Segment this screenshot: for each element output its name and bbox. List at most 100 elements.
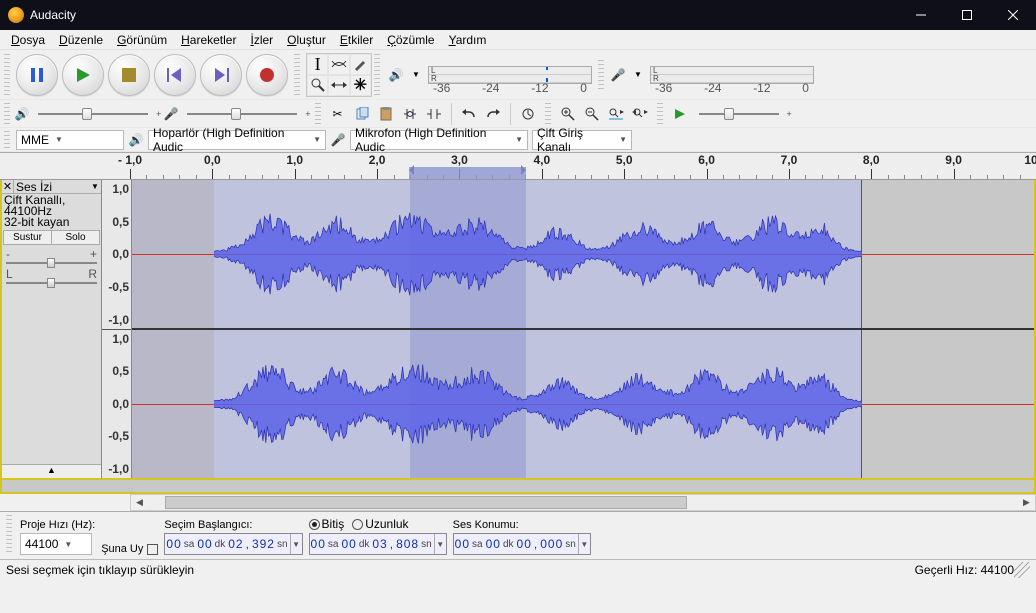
track-gain-slider[interactable]: -+	[6, 247, 97, 265]
skip-end-button[interactable]	[200, 54, 242, 96]
menu-cozumle[interactable]: Çözümle	[380, 31, 441, 49]
window-close-button[interactable]	[990, 0, 1036, 30]
track-pan-slider[interactable]: LR	[6, 267, 97, 285]
playback-meter[interactable]: L R -36 -24 -12 0	[428, 66, 592, 84]
draw-tool[interactable]	[350, 54, 371, 75]
tools-toolbar: I ✳	[306, 53, 372, 97]
meters: 🔊 ▼ L R -36 -24 -12 0 🎤 ▼ L	[388, 60, 814, 90]
track-menu-button[interactable]: ▼	[89, 182, 101, 191]
cut-button[interactable]: ✂	[327, 103, 349, 125]
slider-plus-icon: +	[156, 109, 161, 119]
play-at-speed-button[interactable]	[669, 103, 691, 125]
fit-project-button[interactable]	[629, 103, 651, 125]
menu-gorunum[interactable]: Görünüm	[110, 31, 174, 49]
waveform-right[interactable]	[132, 330, 1034, 478]
toolbar-grip[interactable]	[315, 103, 321, 125]
vtick: 0,5	[104, 364, 129, 378]
project-rate-combo[interactable]: 44100▼	[20, 533, 92, 555]
vtick: -0,5	[104, 429, 129, 443]
window-title: Audacity	[30, 8, 898, 22]
scroll-right-button[interactable]: ▶	[1018, 495, 1035, 510]
window-minimize-button[interactable]	[898, 0, 944, 30]
toolbar-grip[interactable]	[374, 54, 380, 96]
toolbar-grip[interactable]	[545, 103, 551, 125]
pause-button[interactable]	[16, 54, 58, 96]
actual-rate-label: Geçerli Hız: 44100	[915, 563, 1014, 577]
record-button[interactable]	[246, 54, 288, 96]
meter-dropdown-icon[interactable]: ▼	[408, 67, 424, 83]
zoom-tool[interactable]	[307, 75, 328, 96]
title-bar: Audacity	[0, 0, 1036, 30]
paste-button[interactable]	[375, 103, 397, 125]
skip-start-button[interactable]	[154, 54, 196, 96]
resize-grip[interactable]	[1014, 562, 1030, 578]
meter-tick: -24	[704, 81, 721, 95]
length-radio[interactable]: Uzunluk	[352, 517, 408, 531]
selection-start-time[interactable]: 00sa 00dk 02,392sn ▼	[164, 533, 302, 555]
selection-tool[interactable]: I	[307, 54, 328, 75]
redo-button[interactable]	[482, 103, 504, 125]
playback-volume-slider[interactable]: 🔊 +	[14, 106, 161, 122]
fit-selection-button[interactable]	[605, 103, 627, 125]
vtick: 1,0	[104, 332, 129, 346]
meter-tick: -36	[433, 81, 450, 95]
meter-tick: -12	[531, 81, 548, 95]
waveform-canvases[interactable]	[132, 180, 1034, 478]
menu-etkiler[interactable]: Etkiler	[333, 31, 380, 49]
record-device-combo[interactable]: Mikrofon (High Definition Audic▼	[350, 130, 528, 150]
toolbar-grip[interactable]	[4, 131, 10, 149]
toolbar-grip[interactable]	[4, 54, 10, 96]
timeline-ruler[interactable]: - 1,00,01,02,03,04,05,06,07,08,09,010,0	[0, 152, 1036, 180]
solo-button[interactable]: Solo	[52, 231, 99, 244]
silence-button[interactable]	[423, 103, 445, 125]
meter-dropdown-icon[interactable]: ▼	[630, 67, 646, 83]
sync-lock-button[interactable]	[517, 103, 539, 125]
track-collapse-button[interactable]: ▲	[2, 464, 101, 478]
track-info-line: 32-bit kayan	[4, 217, 99, 228]
horizontal-scrollbar[interactable]: ◀ ▶	[130, 494, 1036, 511]
copy-button[interactable]	[351, 103, 373, 125]
toolbar-grip[interactable]	[294, 54, 300, 96]
vtick: 0,0	[104, 247, 129, 261]
track-name[interactable]: Ses İzi	[14, 180, 89, 194]
waveform-left[interactable]	[132, 180, 1034, 330]
record-volume-slider[interactable]: 🎤 +	[163, 106, 310, 122]
mute-button[interactable]: Sustur	[4, 231, 52, 244]
tracks-empty-area[interactable]	[0, 480, 1036, 494]
window-maximize-button[interactable]	[944, 0, 990, 30]
playback-speed-slider[interactable]: +	[693, 109, 792, 119]
record-device-value: Mikrofon (High Definition Audic	[355, 126, 509, 154]
play-button[interactable]	[62, 54, 104, 96]
envelope-tool[interactable]	[328, 54, 349, 75]
menu-dosya[interactable]: Dosya	[4, 31, 52, 49]
undo-button[interactable]	[458, 103, 480, 125]
menu-duzenle[interactable]: Düzenle	[52, 31, 110, 49]
selection-end-time[interactable]: 00sa 00dk 03,808sn ▼	[309, 533, 447, 555]
toolbar-grip[interactable]	[657, 103, 663, 125]
timeshift-tool[interactable]	[328, 75, 349, 96]
zoom-out-button[interactable]	[581, 103, 603, 125]
record-meter[interactable]: L R -36 -24 -12 0	[650, 66, 814, 84]
undo-toolbar	[456, 103, 506, 125]
trim-button[interactable]	[399, 103, 421, 125]
menu-hareketler[interactable]: Hareketler	[174, 31, 243, 49]
menu-olustur[interactable]: Oluştur	[280, 31, 333, 49]
menu-izler[interactable]: İzler	[243, 31, 280, 49]
end-radio[interactable]: Bitiş	[309, 517, 345, 531]
multi-tool[interactable]: ✳	[350, 75, 371, 96]
toolbar-grip[interactable]	[4, 103, 10, 125]
menu-yardim[interactable]: Yardım	[442, 31, 494, 49]
toolbar-grip[interactable]	[6, 515, 12, 555]
stop-button[interactable]	[108, 54, 150, 96]
snap-to-checkbox[interactable]	[147, 544, 158, 555]
record-channels-combo[interactable]: Çift Giriş Kanalı▼	[532, 130, 632, 150]
audio-position-time[interactable]: 00sa 00dk 00,000sn ▼	[453, 533, 591, 555]
scroll-thumb[interactable]	[165, 496, 687, 509]
audio-host-combo[interactable]: MME▼	[16, 130, 124, 150]
playback-device-combo[interactable]: Hoparlör (High Definition Audic▼	[148, 130, 326, 150]
separator	[451, 103, 452, 125]
toolbar-grip[interactable]	[598, 60, 604, 90]
zoom-in-button[interactable]	[557, 103, 579, 125]
track-close-button[interactable]: ✕	[2, 180, 14, 193]
scroll-left-button[interactable]: ◀	[131, 495, 148, 510]
